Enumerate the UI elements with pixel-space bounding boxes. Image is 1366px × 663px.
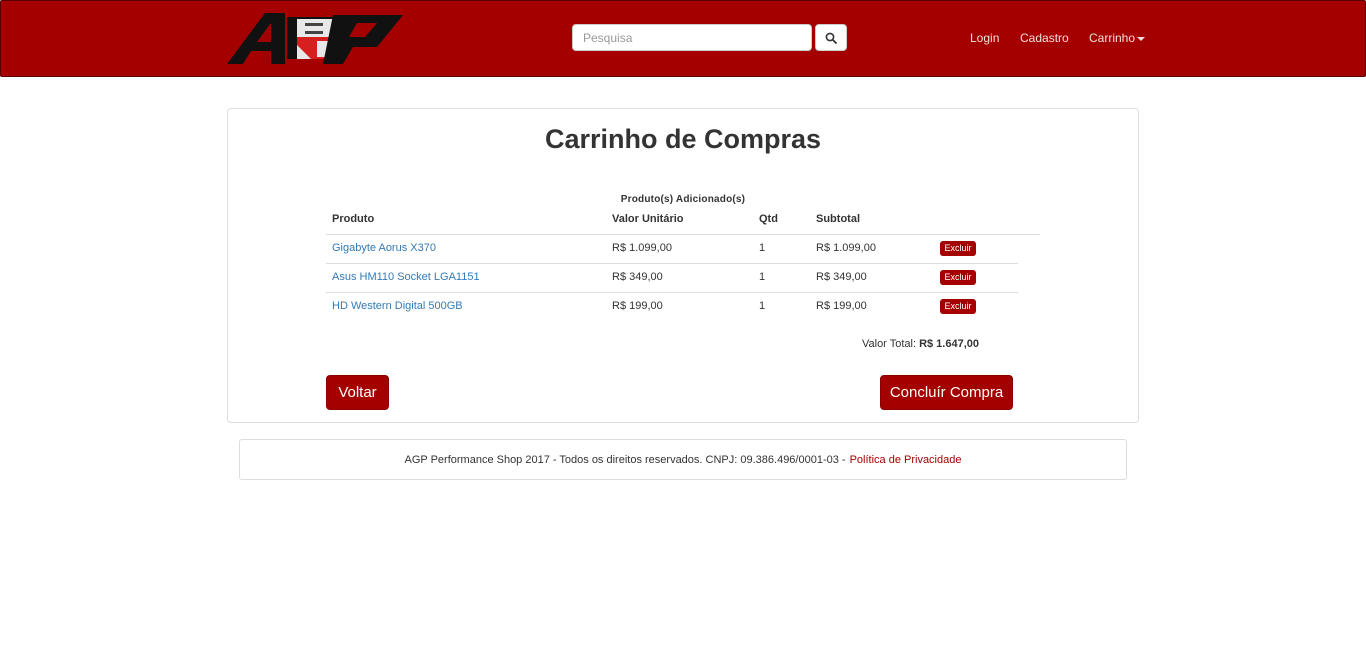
- nav-cadastro-link[interactable]: Cadastro: [1020, 31, 1069, 45]
- search-input[interactable]: [572, 24, 812, 51]
- nav-carrinho-label: Carrinho: [1089, 31, 1136, 45]
- agp-logo[interactable]: [227, 11, 403, 65]
- quantity: 1: [759, 300, 766, 312]
- table-header-divider: [326, 234, 1040, 235]
- total-value: R$ 1.647,00: [919, 338, 979, 350]
- product-link[interactable]: Asus HM110 Socket LGA1151: [332, 271, 480, 283]
- column-header-produto: Produto: [332, 213, 375, 225]
- row-divider: [326, 263, 1018, 264]
- remove-item-button[interactable]: Excluir: [940, 299, 976, 314]
- footer-text: AGP Performance Shop 2017 - Todos os dir…: [404, 453, 846, 466]
- subtotal: R$ 349,00: [816, 271, 867, 283]
- back-button[interactable]: Voltar: [326, 375, 389, 410]
- column-header-qtd: Qtd: [759, 213, 778, 225]
- footer: AGP Performance Shop 2017 - Todos os dir…: [239, 439, 1127, 480]
- total-label: Valor Total:: [861, 338, 916, 350]
- finish-purchase-button[interactable]: Concluír Compra: [880, 375, 1013, 410]
- caret-down-icon: [1137, 36, 1146, 41]
- search-button[interactable]: [815, 24, 847, 51]
- cart-total: Valor Total: R$ 1.647,00: [760, 338, 979, 350]
- quantity: 1: [759, 271, 766, 283]
- unit-price: R$ 199,00: [612, 300, 663, 312]
- subtotal: R$ 199,00: [816, 300, 867, 312]
- search-icon: [825, 32, 837, 44]
- nav-carrinho-dropdown[interactable]: Carrinho: [1089, 31, 1146, 45]
- unit-price: R$ 349,00: [612, 271, 663, 283]
- column-header-subtotal: Subtotal: [816, 213, 860, 225]
- nav-login-link[interactable]: Login: [970, 31, 999, 45]
- row-divider: [326, 292, 1018, 293]
- top-navbar: Login Cadastro Carrinho: [0, 0, 1366, 77]
- remove-item-button[interactable]: Excluir: [940, 270, 976, 285]
- page-title: Carrinho de Compras: [544, 124, 822, 154]
- privacy-policy-link[interactable]: Política de Privacidade: [850, 454, 962, 466]
- remove-item-button[interactable]: Excluir: [940, 241, 976, 256]
- unit-price: R$ 1.099,00: [612, 242, 672, 254]
- table-caption: Produto(s) Adicionado(s): [620, 194, 746, 205]
- product-link[interactable]: Gigabyte Aorus X370: [332, 242, 436, 254]
- column-header-valor-unitario: Valor Unitário: [612, 213, 684, 225]
- product-link[interactable]: HD Western Digital 500GB: [332, 300, 463, 312]
- subtotal: R$ 1.099,00: [816, 242, 876, 254]
- quantity: 1: [759, 242, 766, 254]
